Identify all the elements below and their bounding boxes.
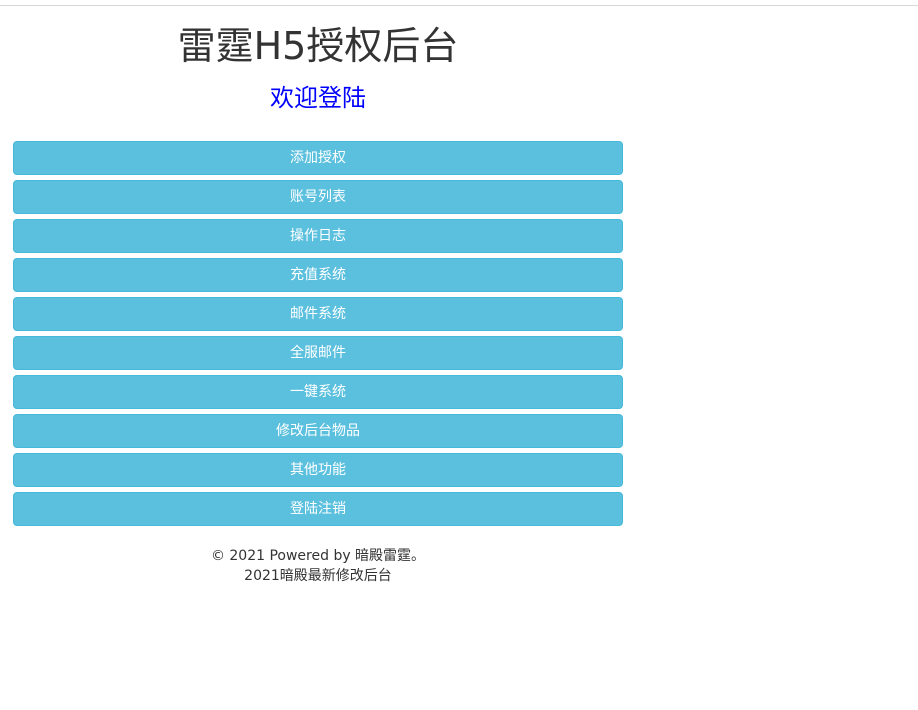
menu-button-list: 添加授权 账号列表 操作日志 充值系统 邮件系统 全服邮件 一键系统 修改后台物… (13, 141, 623, 531)
mail-system-button[interactable]: 邮件系统 (13, 297, 623, 331)
other-functions-button[interactable]: 其他功能 (13, 453, 623, 487)
modify-backend-items-button[interactable]: 修改后台物品 (13, 414, 623, 448)
footer: © 2021 Powered by 暗殿雷霆。 2021暗殿最新修改后台 (13, 546, 623, 586)
operation-log-button[interactable]: 操作日志 (13, 219, 623, 253)
logout-button[interactable]: 登陆注销 (13, 492, 623, 526)
server-wide-mail-button[interactable]: 全服邮件 (13, 336, 623, 370)
footer-copyright: © 2021 Powered by 暗殿雷霆。 (210, 548, 426, 564)
one-click-system-button[interactable]: 一键系统 (13, 375, 623, 409)
page-title: 雷霆H5授权后台 (177, 24, 459, 68)
welcome-text: 欢迎登陆 (270, 84, 366, 112)
add-authorization-button[interactable]: 添加授权 (13, 141, 623, 175)
footer-subtitle: 2021暗殿最新修改后台 (244, 568, 392, 584)
window-top-border (0, 0, 918, 6)
account-list-button[interactable]: 账号列表 (13, 180, 623, 214)
recharge-system-button[interactable]: 充值系统 (13, 258, 623, 292)
